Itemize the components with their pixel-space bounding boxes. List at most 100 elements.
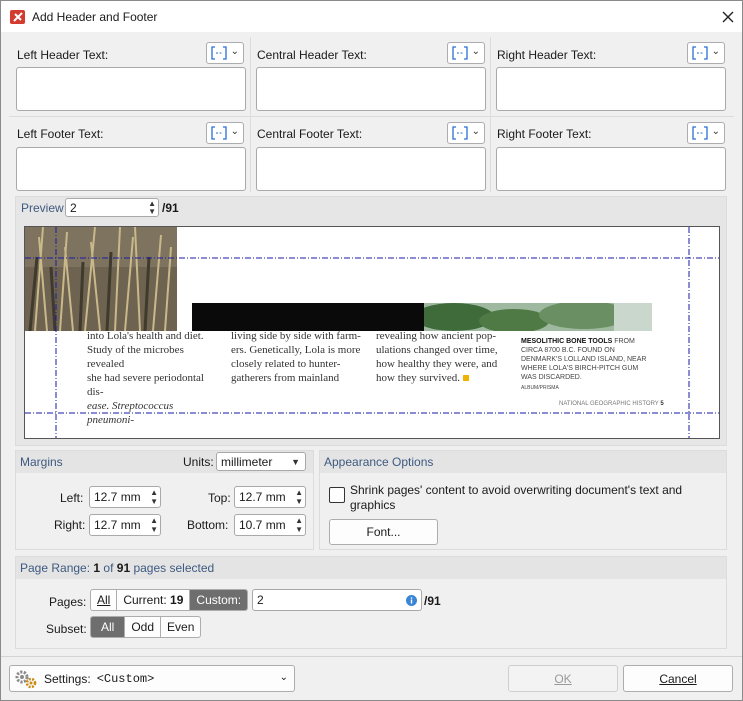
shrink-content-label-1: Shrink pages' content to avoid overwriti… <box>350 483 683 497</box>
right-header-macro-button[interactable]: ⌄ <box>687 42 725 64</box>
shrink-content-label-2: graphics <box>350 498 396 512</box>
subset-all-option[interactable]: All <box>91 617 126 637</box>
current-label: Current: <box>123 593 167 607</box>
units-value: millimeter <box>221 455 273 469</box>
bottom-margin-label: Bottom: <box>187 518 229 532</box>
right-header-label: Right Header Text: <box>497 48 597 62</box>
left-margin-label: Left: <box>60 491 84 505</box>
right-footer-input[interactable] <box>496 147 726 191</box>
current-value: 19 <box>170 593 184 607</box>
subset-odd-option[interactable]: Odd <box>125 617 162 637</box>
chevron-down-icon: ⌄ <box>471 46 480 57</box>
appearance-header: Appearance Options <box>320 451 726 473</box>
pages-label: Pages: <box>49 595 87 609</box>
pages-all-option[interactable]: All <box>91 590 118 610</box>
insert-macro-icon <box>211 46 227 60</box>
left-header-macro-button[interactable]: ⌄ <box>206 42 244 64</box>
top-margin-value: 12.7 mm <box>239 490 286 504</box>
info-icon <box>406 595 417 606</box>
bottom-margin-value: 10.7 mm <box>239 518 286 532</box>
insert-macro-icon <box>452 46 468 60</box>
chevron-down-icon: ▼ <box>291 457 300 467</box>
top-margin-label: Top: <box>208 491 231 505</box>
central-header-input[interactable] <box>256 67 486 111</box>
page-range-suffix: pages selected <box>130 561 215 575</box>
bottom-margin-spinner[interactable]: 10.7 mm ▲ ▼ <box>234 514 306 536</box>
divider <box>250 37 251 192</box>
divider <box>490 37 491 192</box>
chevron-up-icon[interactable]: ▲ <box>295 489 303 497</box>
page-range-prefix: Page Range: <box>20 561 94 575</box>
left-header-input[interactable] <box>16 67 246 111</box>
page-range-header: Page Range: 1 of 91 pages selected <box>16 557 726 579</box>
units-label: Units: <box>183 455 214 469</box>
chevron-down-icon[interactable]: ▼ <box>295 498 303 506</box>
settings-value: <Custom> <box>96 671 155 686</box>
divider <box>1 656 742 657</box>
chevron-down-icon: ⌄ <box>230 126 239 137</box>
chevron-down-icon: ⌄ <box>471 126 480 137</box>
right-footer-macro-button[interactable]: ⌄ <box>687 122 725 144</box>
units-select[interactable]: millimeter ▼ <box>216 452 306 471</box>
left-footer-macro-button[interactable]: ⌄ <box>206 122 244 144</box>
page-range-of: of <box>100 561 117 575</box>
chevron-down-icon: ⌄ <box>230 46 239 57</box>
close-icon <box>722 11 733 22</box>
chevron-down-icon[interactable]: ▼ <box>148 208 156 216</box>
chevron-down-icon: ⌄ <box>711 46 720 57</box>
chevron-down-icon: ⌄ <box>711 126 720 137</box>
app-logo-icon <box>10 10 25 24</box>
right-margin-label: Right: <box>54 518 86 532</box>
add-header-footer-dialog: Add Header and Footer Left Header Text: … <box>0 0 743 701</box>
subset-even-option[interactable]: Even <box>161 617 200 637</box>
margin-guides <box>25 227 719 438</box>
pages-segmented-control: All Current: 19 Custom: <box>90 589 249 611</box>
central-footer-label: Central Footer Text: <box>257 127 363 141</box>
pages-custom-option[interactable]: Custom: <box>190 590 248 610</box>
divider <box>9 116 734 117</box>
insert-macro-icon <box>211 126 227 140</box>
pages-current-option[interactable]: Current: 19 <box>117 590 191 610</box>
insert-macro-icon <box>692 126 708 140</box>
page-range-total: 91 <box>116 561 131 575</box>
preview-page-total: /91 <box>162 201 179 215</box>
left-header-label: Left Header Text: <box>17 48 109 62</box>
chevron-up-icon[interactable]: ▲ <box>150 517 158 525</box>
central-footer-macro-button[interactable]: ⌄ <box>447 122 485 144</box>
appearance-title: Appearance Options <box>324 455 434 469</box>
left-margin-value: 12.7 mm <box>94 490 141 504</box>
settings-label: Settings: <box>44 671 91 686</box>
ok-button[interactable]: OK <box>508 665 618 692</box>
top-margin-spinner[interactable]: 12.7 mm ▲ ▼ <box>234 486 306 508</box>
subset-segmented-control: All Odd Even <box>90 616 202 638</box>
margins-title: Margins <box>20 455 63 469</box>
shrink-content-checkbox[interactable] <box>329 487 345 503</box>
right-header-input[interactable] <box>496 67 726 111</box>
chevron-down-icon[interactable]: ▼ <box>150 526 158 534</box>
chevron-up-icon[interactable]: ▲ <box>150 489 158 497</box>
title-bar: Add Header and Footer <box>1 1 742 32</box>
central-header-label: Central Header Text: <box>257 48 367 62</box>
left-margin-spinner[interactable]: 12.7 mm ▲ ▼ <box>89 486 161 508</box>
chevron-down-icon: ⌄ <box>279 672 288 683</box>
left-footer-input[interactable] <box>16 147 246 191</box>
preview-label: Preview <box>21 201 64 215</box>
custom-pages-value: 2 <box>257 593 264 607</box>
settings-dropdown[interactable]: Settings: <Custom> ⌄ <box>9 665 295 692</box>
font-button[interactable]: Font... <box>329 519 438 545</box>
right-margin-value: 12.7 mm <box>94 518 141 532</box>
central-header-macro-button[interactable]: ⌄ <box>447 42 485 64</box>
central-footer-input[interactable] <box>256 147 486 191</box>
preview-page-spinner[interactable]: 2 ▲ ▼ <box>65 198 159 217</box>
right-margin-spinner[interactable]: 12.7 mm ▲ ▼ <box>89 514 161 536</box>
insert-macro-icon <box>452 126 468 140</box>
chevron-up-icon[interactable]: ▲ <box>295 517 303 525</box>
chevron-down-icon[interactable]: ▼ <box>295 526 303 534</box>
window-title: Add Header and Footer <box>32 10 158 24</box>
close-button[interactable] <box>713 2 742 31</box>
custom-pages-total: /91 <box>424 594 441 608</box>
insert-macro-icon <box>692 46 708 60</box>
chevron-down-icon[interactable]: ▼ <box>150 498 158 506</box>
custom-pages-input[interactable]: 2 <box>252 589 422 611</box>
cancel-button[interactable]: Cancel <box>623 665 733 692</box>
